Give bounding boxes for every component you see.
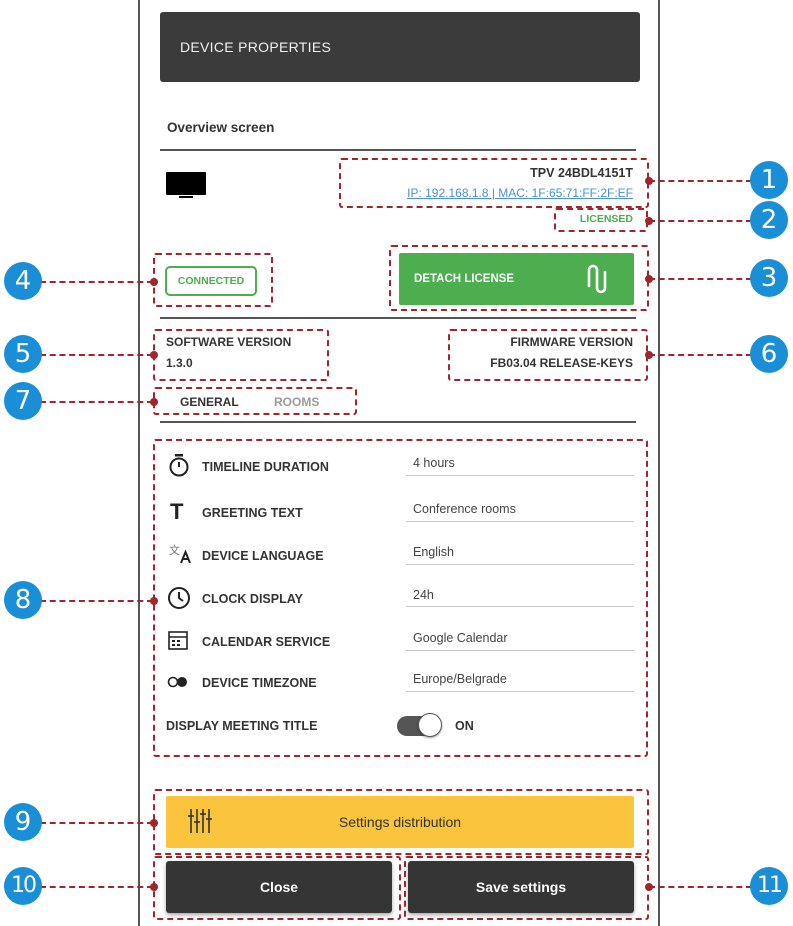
leader-dot-7 xyxy=(150,398,158,406)
leader-line-2 xyxy=(649,220,752,222)
overview-divider xyxy=(160,149,636,151)
annotation-box-8 xyxy=(153,439,648,757)
dialog-header: DEVICE PROPERTIES xyxy=(160,12,640,82)
annotation-box-4 xyxy=(153,253,273,307)
callout-1: 1 xyxy=(750,161,788,199)
leader-line-4 xyxy=(40,281,153,283)
callout-11: 11 xyxy=(750,867,788,905)
leader-line-10 xyxy=(40,886,153,888)
leader-dot-1 xyxy=(645,177,653,185)
annotation-box-7 xyxy=(153,387,357,415)
leader-line-1 xyxy=(649,180,752,182)
leader-dot-11 xyxy=(645,883,653,891)
callout-2: 2 xyxy=(750,201,788,239)
callout-8: 8 xyxy=(4,581,42,619)
annotation-box-5 xyxy=(153,329,329,381)
annotation-box-11 xyxy=(404,856,649,920)
leader-dot-8 xyxy=(150,597,158,605)
leader-dot-6 xyxy=(645,351,653,359)
callout-4: 4 xyxy=(4,262,42,300)
callout-6: 6 xyxy=(750,335,788,373)
callout-9: 9 xyxy=(4,803,42,841)
annotation-box-10 xyxy=(153,856,401,920)
leader-line-3 xyxy=(649,278,752,280)
annotation-box-6 xyxy=(448,329,648,381)
callout-3: 3 xyxy=(750,259,788,297)
leader-dot-9 xyxy=(150,819,158,827)
status-divider xyxy=(160,317,636,319)
leader-line-8 xyxy=(40,600,153,602)
leader-line-5 xyxy=(40,354,153,356)
annotation-box-2 xyxy=(554,208,648,232)
leader-line-9 xyxy=(40,822,153,824)
leader-dot-4 xyxy=(150,278,158,286)
leader-line-6 xyxy=(649,354,752,356)
dialog-title: DEVICE PROPERTIES xyxy=(180,39,332,55)
leader-dot-10 xyxy=(150,883,158,891)
leader-line-11 xyxy=(649,886,752,888)
annotation-box-9 xyxy=(153,789,649,855)
annotation-box-3 xyxy=(389,245,649,311)
tabs-divider xyxy=(160,421,636,423)
callout-10: 10 xyxy=(4,867,42,905)
callout-5: 5 xyxy=(4,335,42,373)
leader-dot-2 xyxy=(645,217,653,225)
annotation-box-1 xyxy=(339,158,649,208)
callout-7: 7 xyxy=(4,382,42,420)
leader-dot-5 xyxy=(150,351,158,359)
leader-dot-3 xyxy=(645,275,653,283)
monitor-icon xyxy=(166,172,206,205)
leader-line-7 xyxy=(40,401,153,403)
overview-title: Overview screen xyxy=(167,120,275,135)
